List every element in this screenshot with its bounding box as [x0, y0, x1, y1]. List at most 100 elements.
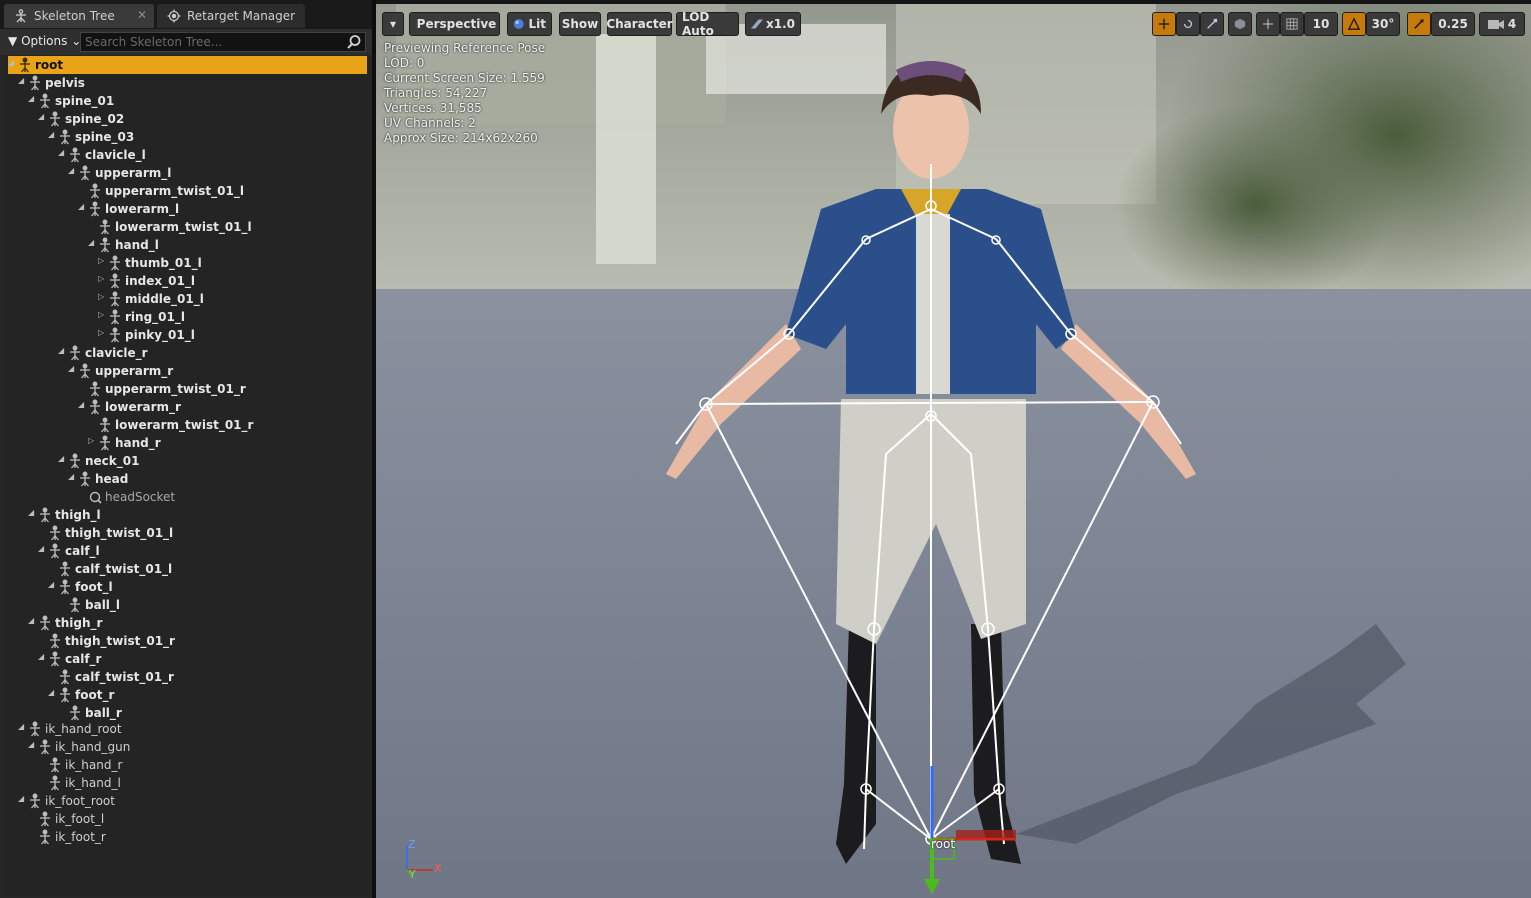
- show-button[interactable]: Show: [559, 12, 601, 36]
- bone-row-foot_r[interactable]: ◢ foot_r: [2, 686, 365, 704]
- expand-arrow-icon[interactable]: ▷: [88, 436, 94, 445]
- bone-row-calf_twist_01_r[interactable]: calf_twist_01_r: [2, 668, 365, 686]
- bone-row-thigh_twist_01_r[interactable]: thigh_twist_01_r: [2, 632, 365, 650]
- bone-row-ik_foot_r[interactable]: ik_foot_r: [2, 828, 365, 846]
- bone-name: pinky_01_l: [125, 328, 195, 342]
- tab-skeleton-tree[interactable]: Skeleton Tree ✕: [4, 4, 154, 28]
- bone-row-clavicle_l[interactable]: ◢ clavicle_l: [2, 146, 365, 164]
- collapse-arrow-icon[interactable]: ◢: [68, 472, 74, 481]
- expand-arrow-icon[interactable]: ▷: [98, 328, 104, 337]
- collapse-arrow-icon[interactable]: ◢: [28, 616, 34, 625]
- collapse-arrow-icon[interactable]: ◢: [8, 58, 14, 67]
- translate-mode-button[interactable]: [1152, 12, 1176, 36]
- bone-row-ik_hand_r[interactable]: ik_hand_r: [2, 756, 365, 774]
- bone-row-neck_01[interactable]: ◢ neck_01: [2, 452, 365, 470]
- collapse-arrow-icon[interactable]: ◢: [18, 722, 24, 731]
- collapse-arrow-icon[interactable]: ◢: [38, 112, 44, 121]
- bone-row-ball_l[interactable]: ball_l: [2, 596, 365, 614]
- collapse-arrow-icon[interactable]: ◢: [38, 544, 44, 553]
- collapse-arrow-icon[interactable]: ◢: [18, 794, 24, 803]
- collapse-arrow-icon[interactable]: ◢: [58, 346, 64, 355]
- bone-row-thigh_r[interactable]: ◢ thigh_r: [2, 614, 365, 632]
- collapse-arrow-icon[interactable]: ◢: [58, 454, 64, 463]
- surface-snap-button[interactable]: [1256, 12, 1280, 36]
- collapse-arrow-icon[interactable]: ◢: [38, 652, 44, 661]
- collapse-arrow-icon[interactable]: ◢: [28, 94, 34, 103]
- bone-row-upperarm_r[interactable]: ◢ upperarm_r: [2, 362, 365, 380]
- bone-row-calf_twist_01_l[interactable]: calf_twist_01_l: [2, 560, 365, 578]
- search-icon[interactable]: [346, 34, 362, 50]
- bone-row-root[interactable]: ◢ root: [8, 56, 367, 74]
- bone-name: thigh_l: [55, 508, 101, 522]
- bone-row-lowerarm_twist_01_r[interactable]: lowerarm_twist_01_r: [2, 416, 365, 434]
- bone-row-pelvis[interactable]: ◢ pelvis: [2, 74, 365, 92]
- bone-row-lowerarm_l[interactable]: ◢ lowerarm_l: [2, 200, 365, 218]
- bone-row-hand_r[interactable]: ▷ hand_r: [2, 434, 365, 452]
- lod-button[interactable]: LOD Auto: [676, 10, 739, 38]
- collapse-arrow-icon[interactable]: ◢: [78, 202, 84, 211]
- bone-row-pinky_01_l[interactable]: ▷ pinky_01_l: [2, 326, 365, 344]
- bone-row-ik_hand_gun[interactable]: ◢ ik_hand_gun: [2, 738, 365, 756]
- scale-snap-toggle[interactable]: [1407, 12, 1431, 36]
- playback-speed-button[interactable]: x1.0: [745, 12, 801, 36]
- bone-row-spine_01[interactable]: ◢ spine_01: [2, 92, 365, 110]
- rotation-snap-toggle[interactable]: [1342, 12, 1366, 36]
- expand-arrow-icon[interactable]: ▷: [98, 256, 104, 265]
- viewport-options-button[interactable]: ▾: [382, 12, 404, 36]
- collapse-arrow-icon[interactable]: ◢: [88, 238, 94, 247]
- bone-row-head[interactable]: ◢ head: [2, 470, 365, 488]
- collapse-arrow-icon[interactable]: ◢: [58, 148, 64, 157]
- bone-row-upperarm_l[interactable]: ◢ upperarm_l: [2, 164, 365, 182]
- collapse-arrow-icon[interactable]: ◢: [68, 364, 74, 373]
- bone-row-upperarm_twist_01_r[interactable]: upperarm_twist_01_r: [2, 380, 365, 398]
- bone-row-ik_foot_root[interactable]: ◢ ik_foot_root: [2, 792, 365, 810]
- bone-row-thumb_01_l[interactable]: ▷ thumb_01_l: [2, 254, 365, 272]
- tab-retarget-manager[interactable]: Retarget Manager: [157, 4, 305, 28]
- bone-row-hand_l[interactable]: ◢ hand_l: [2, 236, 365, 254]
- rotation-snap-value[interactable]: 30°: [1366, 12, 1400, 36]
- bone-row-index_01_l[interactable]: ▷ index_01_l: [2, 272, 365, 290]
- bone-row-ik_hand_root[interactable]: ◢ ik_hand_root: [2, 720, 365, 738]
- bone-row-calf_l[interactable]: ◢ calf_l: [2, 542, 365, 560]
- bone-row-upperarm_twist_01_l[interactable]: upperarm_twist_01_l: [2, 182, 365, 200]
- bone-row-lowerarm_r[interactable]: ◢ lowerarm_r: [2, 398, 365, 416]
- rotate-mode-button[interactable]: [1176, 12, 1200, 36]
- options-dropdown[interactable]: ▼ Options ⌄: [8, 34, 81, 48]
- perspective-button[interactable]: Perspective: [409, 12, 500, 36]
- collapse-arrow-icon[interactable]: ◢: [28, 740, 34, 749]
- world-local-button[interactable]: [1228, 12, 1252, 36]
- bone-row-thigh_l[interactable]: ◢ thigh_l: [2, 506, 365, 524]
- bone-row-lowerarm_twist_01_l[interactable]: lowerarm_twist_01_l: [2, 218, 365, 236]
- expand-arrow-icon[interactable]: ▷: [98, 274, 104, 283]
- bone-row-clavicle_r[interactable]: ◢ clavicle_r: [2, 344, 365, 362]
- grid-snap-toggle[interactable]: [1280, 12, 1304, 36]
- collapse-arrow-icon[interactable]: ◢: [18, 76, 24, 85]
- collapse-arrow-icon[interactable]: ◢: [48, 130, 54, 139]
- bone-row-spine_02[interactable]: ◢ spine_02: [2, 110, 365, 128]
- expand-arrow-icon[interactable]: ▷: [98, 310, 104, 319]
- collapse-arrow-icon[interactable]: ◢: [28, 508, 34, 517]
- collapse-arrow-icon[interactable]: ◢: [48, 580, 54, 589]
- character-button[interactable]: Character: [606, 12, 673, 36]
- collapse-arrow-icon[interactable]: ◢: [48, 688, 54, 697]
- collapse-arrow-icon[interactable]: ◢: [78, 400, 84, 409]
- bone-row-ik_foot_l[interactable]: ik_foot_l: [2, 810, 365, 828]
- close-icon[interactable]: ✕: [137, 8, 147, 22]
- camera-speed-button[interactable]: 4: [1479, 12, 1525, 36]
- search-input[interactable]: Search Skeleton Tree...: [80, 32, 366, 52]
- bone-row-ik_hand_l[interactable]: ik_hand_l: [2, 774, 365, 792]
- scale-snap-value[interactable]: 0.25: [1431, 12, 1475, 36]
- bone-row-spine_03[interactable]: ◢ spine_03: [2, 128, 365, 146]
- bone-row-headsocket[interactable]: headSocket: [2, 488, 365, 506]
- expand-arrow-icon[interactable]: ▷: [98, 292, 104, 301]
- collapse-arrow-icon[interactable]: ◢: [68, 166, 74, 175]
- scale-mode-button[interactable]: [1200, 12, 1224, 36]
- bone-row-foot_l[interactable]: ◢ foot_l: [2, 578, 365, 596]
- bone-row-thigh_twist_01_l[interactable]: thigh_twist_01_l: [2, 524, 365, 542]
- lit-button[interactable]: Lit: [507, 12, 552, 36]
- bone-row-middle_01_l[interactable]: ▷ middle_01_l: [2, 290, 365, 308]
- viewport[interactable]: Previewing Reference Pose LOD: 0 Current…: [376, 4, 1531, 898]
- grid-snap-value[interactable]: 10: [1304, 12, 1338, 36]
- bone-row-ring_01_l[interactable]: ▷ ring_01_l: [2, 308, 365, 326]
- bone-row-calf_r[interactable]: ◢ calf_r: [2, 650, 365, 668]
